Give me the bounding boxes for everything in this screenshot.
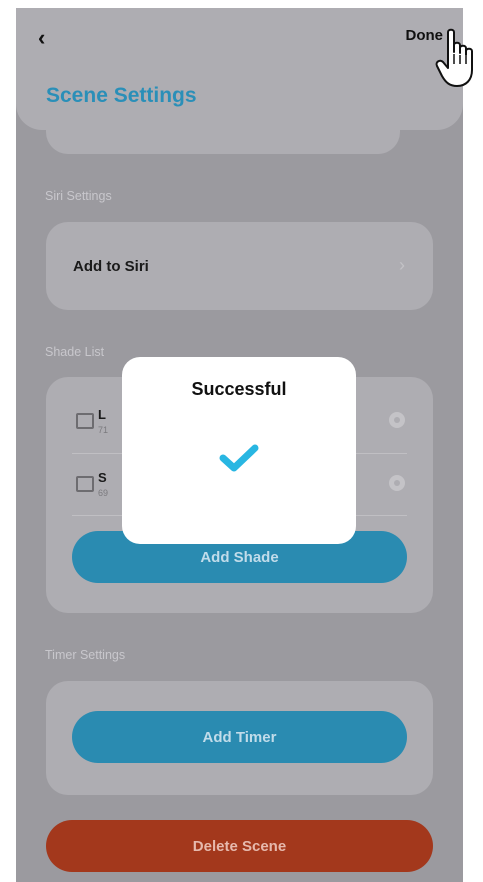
add-timer-button[interactable]: Add Timer (72, 711, 407, 763)
hand-cursor-icon (435, 28, 473, 87)
timer-section-label: Timer Settings (45, 648, 126, 662)
settings-gear-icon[interactable] (389, 412, 405, 428)
chevron-right-icon: › (399, 255, 405, 275)
page-title: Scene Settings (46, 84, 197, 107)
shade-id: 71 (98, 425, 109, 435)
shade-name: S (98, 470, 107, 485)
scene-name-card (46, 118, 400, 154)
shade-id: 69 (98, 488, 109, 498)
app-screen: ‹ Done Scene Settings Siri Settings Add … (16, 8, 463, 882)
settings-gear-icon[interactable] (389, 475, 405, 491)
shade-icon (76, 476, 94, 492)
success-dialog: Successful (122, 357, 356, 544)
shade-icon (76, 413, 94, 429)
siri-section-label: Siri Settings (45, 189, 112, 203)
add-to-siri-label: Add to Siri (73, 258, 149, 275)
header-card: ‹ Done Scene Settings (16, 8, 463, 130)
shade-section-label: Shade List (45, 345, 105, 359)
checkmark-icon (219, 444, 259, 472)
timer-card: Add Timer (46, 681, 433, 795)
back-button[interactable]: ‹ (38, 27, 58, 49)
add-to-siri-row[interactable]: Add to Siri › (46, 222, 433, 310)
dialog-title: Successful (191, 379, 287, 399)
shade-name: L (98, 407, 106, 422)
delete-scene-button[interactable]: Delete Scene (46, 820, 433, 872)
